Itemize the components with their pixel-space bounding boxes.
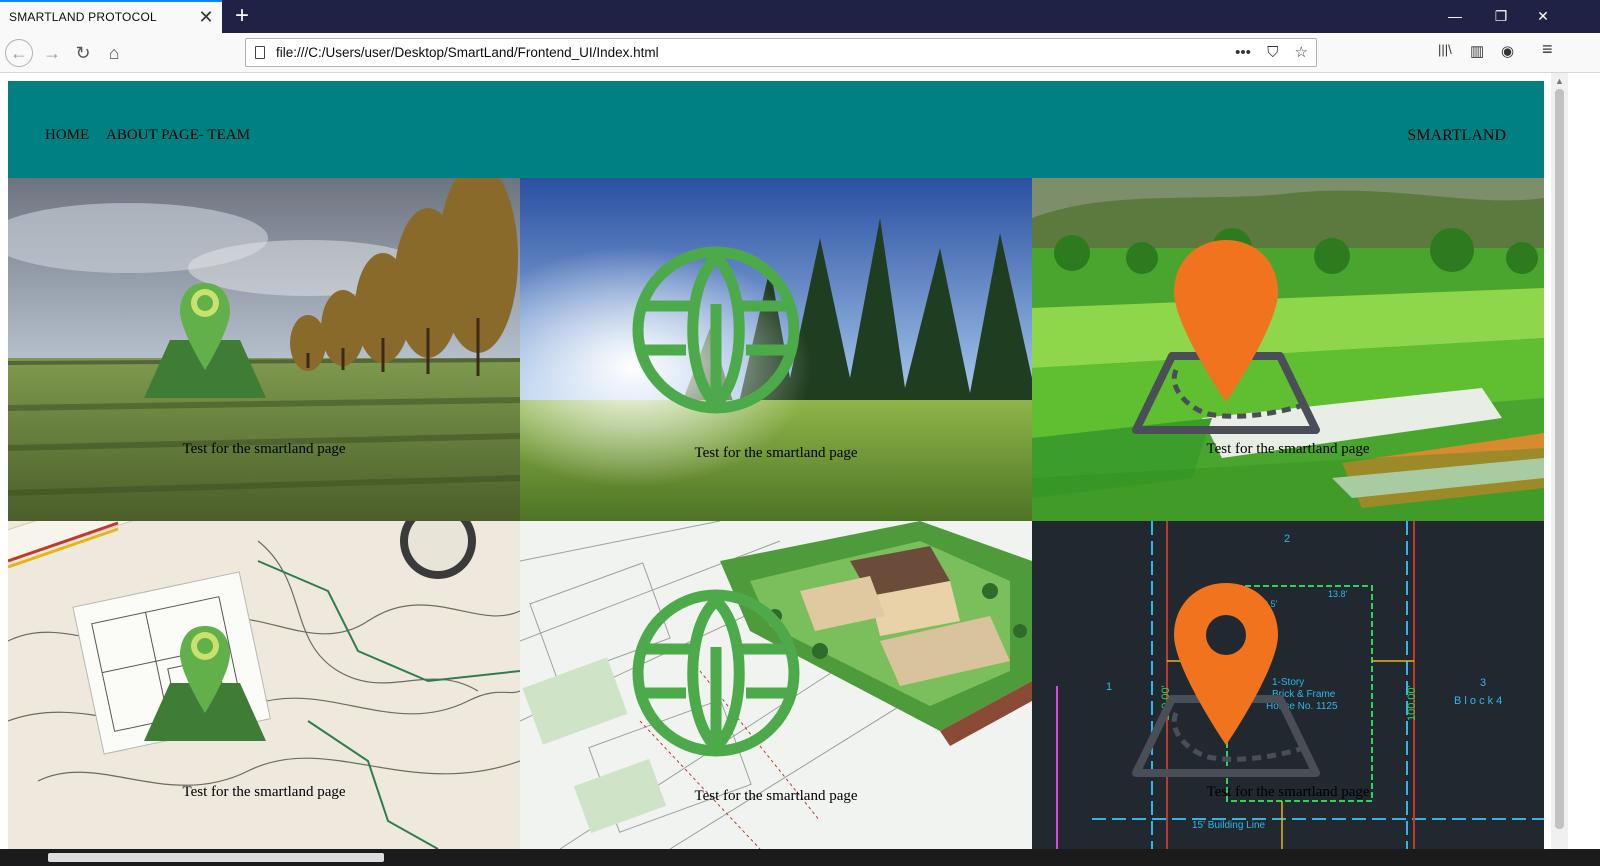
cad-lot-number: 1	[1106, 681, 1113, 693]
menu-icon[interactable]: ≡	[1542, 39, 1553, 60]
vertical-scrollbar[interactable]: ▲	[1551, 73, 1568, 849]
leaf-globe-icon	[632, 589, 800, 757]
tile-farm-field[interactable]: Test for the smartland page	[8, 178, 520, 521]
library-icon[interactable]: |||\	[1438, 42, 1452, 57]
scroll-up-arrow-icon[interactable]: ▲	[1555, 76, 1564, 86]
tile-caption: Test for the smartland page	[1206, 441, 1370, 457]
scrollbar-thumb[interactable]	[1555, 89, 1564, 829]
nav-link-home[interactable]: HOME	[45, 127, 89, 144]
cad-dimension: 100.00'	[1406, 685, 1418, 721]
home-icon[interactable]: ⌂	[100, 39, 128, 67]
url-bar[interactable]: file:///C:/Users/user/Desktop/SmartLand/…	[245, 38, 1317, 67]
leaf-globe-icon	[632, 246, 800, 414]
cad-lot-number: 3	[1480, 677, 1487, 689]
tile-site-plan[interactable]: Test for the smartland page	[520, 521, 1032, 849]
restore-window-button[interactable]: ❐	[1478, 0, 1524, 33]
browser-navigation-bar: ← → ↻ ⌂ file:///C:/Users/user/Desktop/Sm…	[0, 33, 1600, 73]
image-grid: Test for the smartland page Test for the…	[8, 178, 1544, 849]
cad-dimension: 13.8'	[1328, 589, 1348, 599]
site-brand[interactable]: SMARTLAND	[1407, 127, 1506, 145]
page-icon	[255, 46, 265, 59]
bookmark-star-icon[interactable]: ☆	[1295, 44, 1308, 61]
tab-title: SMARTLAND PROTOCOL	[9, 10, 157, 24]
map-pin-field-icon	[144, 626, 266, 741]
close-tab-icon[interactable]: ✕	[196, 7, 216, 27]
cad-block-label: B l o c k 4	[1454, 695, 1503, 707]
back-icon[interactable]: ←	[5, 39, 33, 67]
page-viewport: HOME ABOUT PAGE- TEAM SMARTLAND Test for…	[0, 73, 1551, 849]
map-pin-field-icon	[144, 283, 266, 398]
reload-icon[interactable]: ↻	[69, 39, 97, 67]
horizontal-scrollbar-thumb[interactable]	[48, 853, 384, 862]
nav-link-about-team[interactable]: ABOUT PAGE- TEAM	[106, 127, 250, 144]
tile-caption: Test for the smartland page	[182, 441, 346, 457]
cad-lot-number: 2	[1284, 533, 1291, 545]
pocket-icon[interactable]: ⛉	[1267, 44, 1278, 61]
tile-caption: Test for the smartland page	[694, 445, 858, 461]
sidebar-icon[interactable]: ▥	[1470, 42, 1484, 60]
close-window-button[interactable]: ✕	[1520, 0, 1566, 33]
account-icon[interactable]: ◉	[1501, 42, 1514, 60]
cad-building-line-label: 15' Building Line	[1192, 820, 1266, 831]
site-navbar: HOME ABOUT PAGE- TEAM SMARTLAND	[8, 81, 1544, 178]
window-edge	[1568, 73, 1600, 866]
browser-tab-bar: SMARTLAND PROTOCOL ✕ + — ❐ ✕	[0, 0, 1600, 33]
new-tab-button[interactable]: +	[230, 3, 254, 29]
forward-icon[interactable]: →	[38, 39, 66, 67]
tile-survey-map[interactable]: Test for the smartland page	[8, 521, 520, 849]
minimize-window-button[interactable]: —	[1432, 0, 1478, 33]
url-text[interactable]: file:///C:/Users/user/Desktop/SmartLand/…	[276, 45, 659, 60]
tile-cad-drawing[interactable]: 2 1 3 B l o c k 4 1-Story Brick & Frame …	[1032, 521, 1544, 849]
tile-caption: Test for the smartland page	[182, 784, 346, 800]
browser-tab[interactable]: SMARTLAND PROTOCOL ✕	[0, 0, 222, 33]
tile-caption: Test for the smartland page	[1206, 784, 1370, 800]
tile-forest-meadow[interactable]: Test for the smartland page	[520, 178, 1032, 521]
tile-caption: Test for the smartland page	[694, 788, 858, 804]
orange-map-pin-area-icon	[1132, 240, 1320, 434]
orange-map-pin-area-icon	[1132, 583, 1320, 777]
horizontal-scrollbar[interactable]	[0, 849, 1600, 866]
tile-green-farmland[interactable]: Test for the smartland page	[1032, 178, 1544, 521]
page-actions-icon[interactable]: •••	[1235, 44, 1251, 61]
